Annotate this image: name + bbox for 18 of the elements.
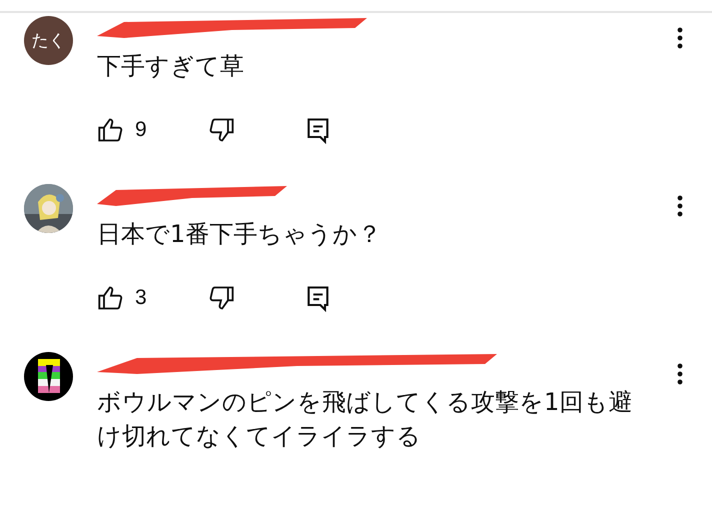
user-avatar[interactable]: たく (24, 16, 73, 65)
more-options-icon[interactable] (675, 26, 685, 51)
like-count: 3 (135, 286, 147, 310)
thumbs-up-icon (97, 284, 125, 312)
comment-text: ボウルマンのピンを飛ばしてくる攻撃を1回も避け切れてなくてイライラする (97, 386, 634, 452)
logo-avatar[interactable] (24, 352, 73, 401)
reply-button[interactable] (304, 284, 331, 312)
like-count: 9 (135, 118, 147, 142)
comment-text: 下手すぎて草 (97, 50, 245, 82)
thumbs-up-icon (97, 116, 125, 144)
more-options-icon[interactable] (675, 194, 685, 219)
like-button[interactable]: 9 (97, 116, 147, 144)
reply-icon (304, 116, 331, 144)
like-button[interactable]: 3 (97, 284, 147, 312)
reply-icon (304, 284, 331, 312)
reply-button[interactable] (304, 116, 331, 144)
more-options-icon[interactable] (675, 362, 685, 387)
comment-text: 日本で1番下手ちゃうか？ (97, 218, 382, 250)
